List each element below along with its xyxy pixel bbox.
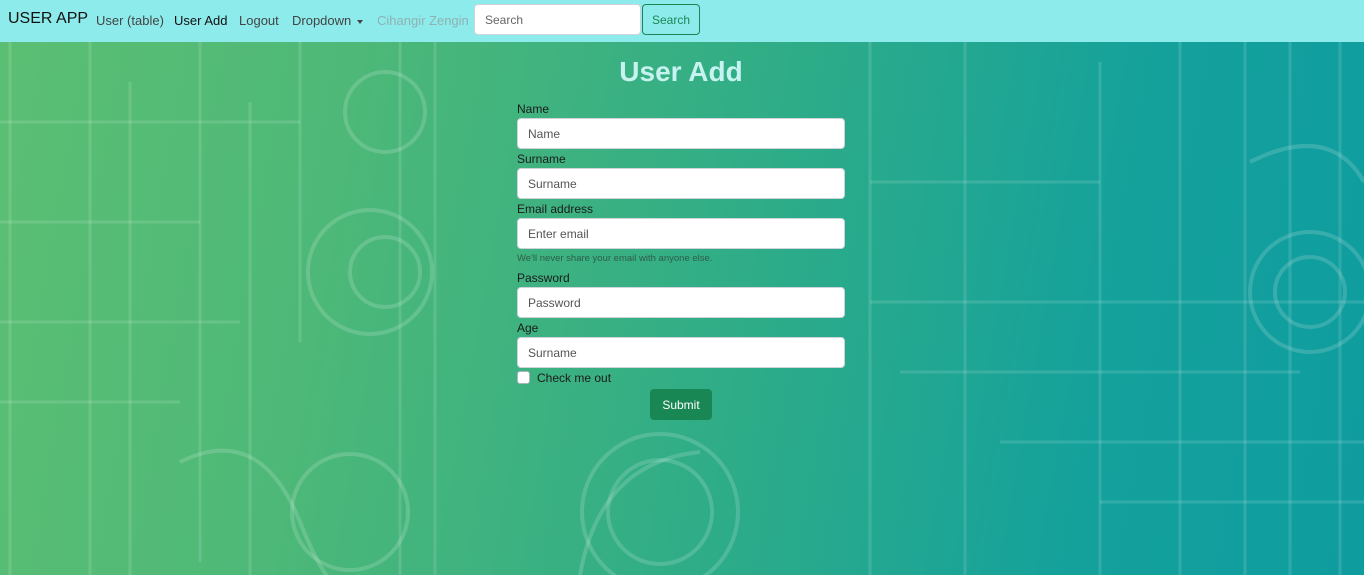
chevron-down-icon (357, 19, 364, 24)
navbar: USER APP User (table) User Add Logout Dr… (0, 0, 1364, 42)
name-label: Name (517, 102, 550, 116)
search-input[interactable] (474, 4, 641, 35)
name-input[interactable] (517, 118, 845, 149)
email-input[interactable] (517, 218, 845, 249)
nav-link-user-name: Cihangir Zengin (377, 13, 469, 28)
age-label: Age (517, 321, 539, 335)
submit-button[interactable]: Submit (650, 389, 712, 420)
email-help-text: We'll never share your email with anyone… (517, 253, 713, 264)
email-label: Email address (517, 202, 594, 216)
check-me-out-label[interactable]: Check me out (537, 371, 611, 385)
navbar-brand[interactable]: USER APP (8, 10, 88, 28)
search-button[interactable]: Search (642, 4, 700, 35)
nav-link-user-table[interactable]: User (table) (96, 13, 164, 28)
nav-dropdown-toggle[interactable]: Dropdown (292, 13, 364, 28)
nav-dropdown-label: Dropdown (292, 13, 352, 28)
nav-link-user-add[interactable]: User Add (174, 13, 227, 28)
password-input[interactable] (517, 287, 845, 318)
nav-link-logout[interactable]: Logout (239, 13, 279, 28)
age-input[interactable] (517, 337, 845, 368)
surname-input[interactable] (517, 168, 845, 199)
check-me-out-checkbox[interactable] (517, 371, 530, 384)
surname-label: Surname (517, 152, 566, 166)
password-label: Password (517, 271, 570, 285)
page-title: User Add (619, 56, 743, 87)
